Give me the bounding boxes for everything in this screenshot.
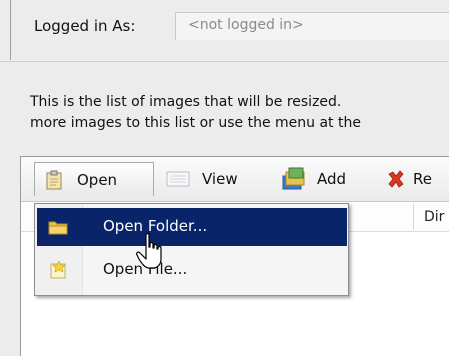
- description-line-1: This is the list of images that will be …: [30, 94, 342, 110]
- logged-in-value: <not logged in>: [188, 17, 304, 33]
- menu-item-open-file[interactable]: Open File...: [37, 251, 347, 289]
- add-button-label: Add: [317, 170, 347, 188]
- open-button[interactable]: Open: [34, 162, 154, 196]
- logged-in-label: Logged in As:: [34, 17, 136, 35]
- add-button[interactable]: Add: [277, 162, 357, 196]
- column-header-dir[interactable]: Dir: [424, 209, 444, 225]
- clipboard-icon: [46, 170, 62, 190]
- open-button-label: Open: [77, 171, 118, 189]
- view-button[interactable]: View: [162, 162, 252, 196]
- menu-item-open-folder[interactable]: Open Folder...: [37, 208, 347, 246]
- view-button-label: View: [202, 170, 238, 188]
- file-open-icon: [50, 261, 66, 279]
- remove-x-icon: [388, 170, 404, 188]
- description-line-2: more images to this list or use the menu…: [30, 115, 361, 131]
- mouse-pointer-icon: [136, 232, 162, 269]
- separator: [0, 61, 449, 62]
- column-divider[interactable]: [413, 204, 414, 230]
- folder-icon: [48, 221, 68, 235]
- frame-edge: [10, 0, 11, 60]
- remove-button[interactable]: Re: [380, 162, 449, 196]
- add-images-icon: [282, 167, 305, 190]
- remove-button-label: Re: [413, 170, 432, 188]
- view-icon: [166, 171, 190, 187]
